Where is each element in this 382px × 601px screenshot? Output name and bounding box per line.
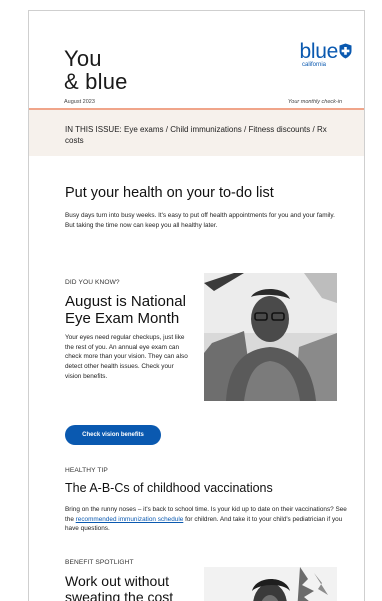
eye-body: Your eyes need regular checkups, just li… bbox=[65, 334, 188, 380]
in-this-issue-bar: IN THIS ISSUE: Eye exams / Child immuniz… bbox=[29, 108, 364, 156]
fitness-title: Work out without sweating the cost bbox=[65, 573, 174, 601]
logo-line-you: You bbox=[64, 46, 102, 71]
vaccination-kicker: HEALTHY TIP bbox=[65, 467, 108, 474]
check-vision-benefits-button[interactable]: Check vision benefits bbox=[65, 425, 161, 445]
eye-title: August is National Eye Exam Month bbox=[65, 293, 186, 327]
man-with-glasses-photo bbox=[204, 273, 337, 401]
brand-word: blue bbox=[299, 40, 338, 63]
brand-sub: california bbox=[301, 62, 326, 68]
eye-kicker: DID YOU KNOW? bbox=[65, 279, 120, 286]
vaccination-title: The A-B-Cs of childhood vaccinations bbox=[65, 481, 273, 495]
fitness-kicker: BENEFIT SPOTLIGHT bbox=[65, 559, 134, 566]
newsletter-logo: You & blue bbox=[64, 47, 128, 93]
logo-line-and-blue: & blue bbox=[64, 69, 128, 94]
intro-title: Put your health on your to-do list bbox=[65, 185, 274, 201]
immunization-schedule-link[interactable]: recommended immunization schedule bbox=[76, 516, 184, 523]
monthly-checkin-tagline: Your monthly check-in bbox=[287, 99, 342, 105]
vaccination-body: Bring on the runny noses – it's back to … bbox=[65, 505, 347, 534]
intro-body: Busy days turn into busy weeks. It's eas… bbox=[65, 212, 335, 229]
shield-cross-icon bbox=[339, 43, 352, 59]
newsletter-frame: You & blue August 2023 blue california Y… bbox=[28, 10, 365, 601]
brand-logo[interactable]: blue california bbox=[299, 40, 352, 68]
newsletter-header: You & blue August 2023 blue california Y… bbox=[29, 11, 364, 111]
man-outdoors-photo bbox=[204, 567, 337, 601]
issue-date: August 2023 bbox=[64, 99, 95, 105]
in-this-issue-text: IN THIS ISSUE: Eye exams / Child immuniz… bbox=[65, 125, 327, 145]
